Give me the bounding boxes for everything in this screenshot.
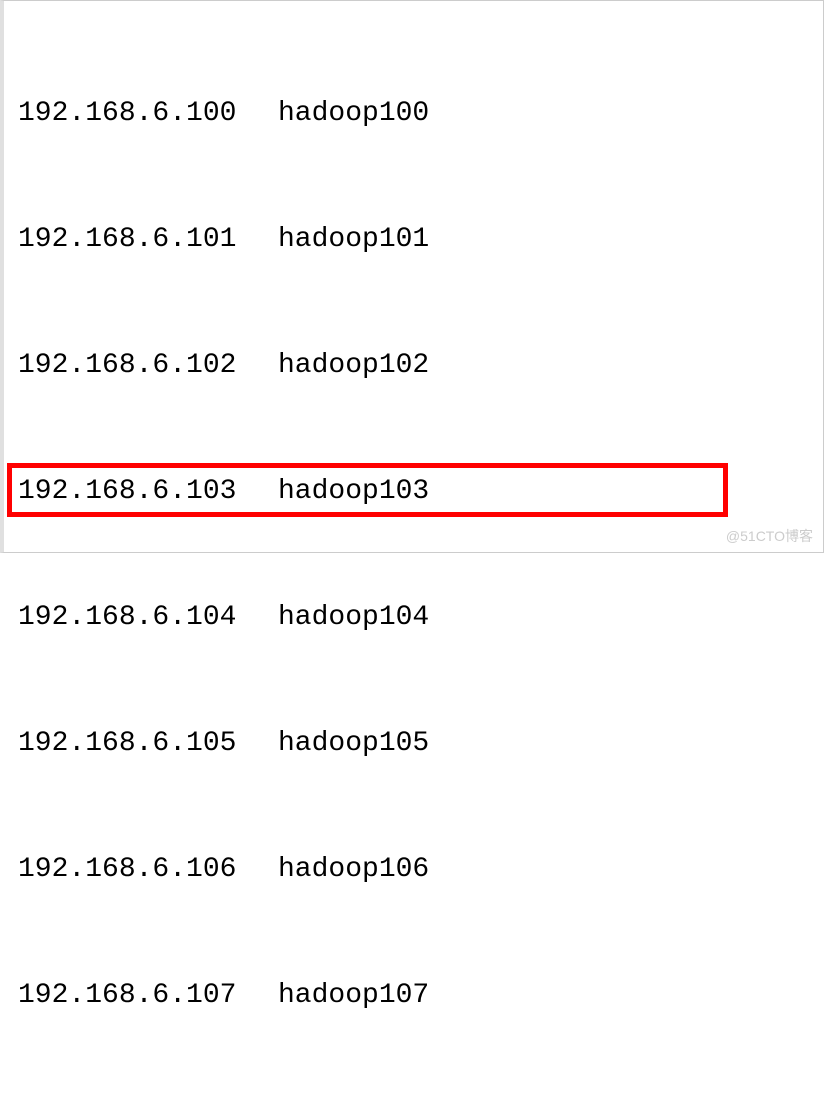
ip-address: 192.168.6.104 [18,597,278,639]
ip-address: 192.168.6.102 [18,345,278,387]
hostname: hadoop101 [278,219,429,261]
host-entry: 192.168.6.107hadoop107 [18,975,815,1017]
hostname: hadoop105 [278,723,429,765]
host-entry: 192.168.6.103hadoop103 [18,471,815,513]
ip-address: 192.168.6.103 [18,471,278,513]
host-entry: 192.168.6.105hadoop105 [18,723,815,765]
host-entry: 192.168.6.106hadoop106 [18,849,815,891]
host-entry: 192.168.6.108hadoop108 [18,1101,815,1106]
hostname: hadoop100 [278,93,429,135]
hosts-file-content: 192.168.6.100hadoop100 192.168.6.101hado… [4,1,823,1106]
watermark-text: @51CTO博客 [726,526,813,547]
ip-address: 192.168.6.101 [18,219,278,261]
hostname: hadoop108 [278,1101,429,1106]
ip-address: 192.168.6.108 [18,1101,278,1106]
hostname: hadoop106 [278,849,429,891]
hostname: hadoop103 [278,471,429,513]
ip-address: 192.168.6.106 [18,849,278,891]
ip-address: 192.168.6.105 [18,723,278,765]
hostname: hadoop107 [278,975,429,1017]
host-entry: 192.168.6.101hadoop101 [18,219,815,261]
host-entry: 192.168.6.100hadoop100 [18,93,815,135]
hostname: hadoop102 [278,345,429,387]
host-entry: 192.168.6.104hadoop104 [18,597,815,639]
ip-address: 192.168.6.107 [18,975,278,1017]
host-entry: 192.168.6.102hadoop102 [18,345,815,387]
ip-address: 192.168.6.100 [18,93,278,135]
hostname: hadoop104 [278,597,429,639]
